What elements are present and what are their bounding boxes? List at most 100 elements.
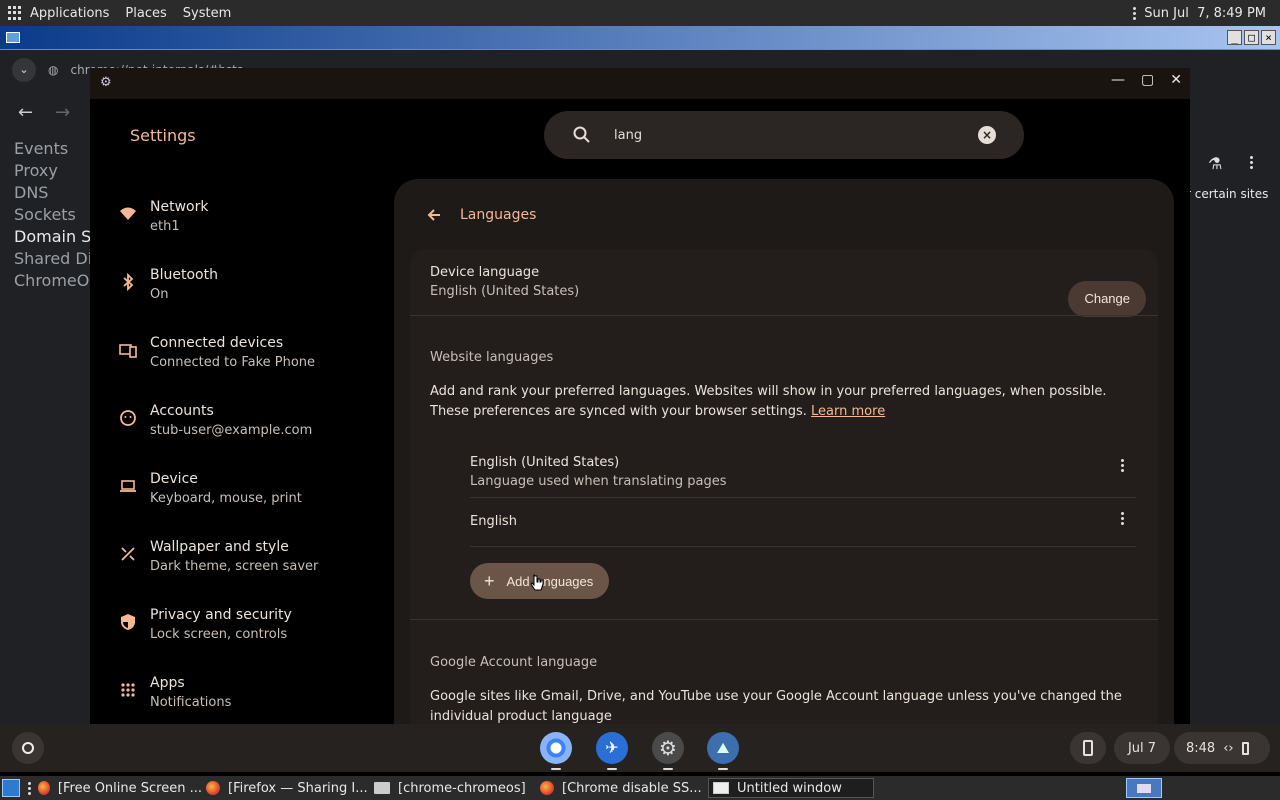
settings-window: ⚙ — ▢ ✕ Settings lang × Network eth1 Bluet… [90,68,1190,724]
shield-icon [118,612,138,632]
browser-menu-icon[interactable] [1250,156,1253,169]
firefox-icon [38,781,50,795]
google-account-language-title: Google Account language [430,655,598,670]
learn-more-link[interactable]: Learn more [811,404,885,419]
workspace-switcher[interactable] [1126,778,1162,798]
settings-titlebar: ⚙ — ▢ ✕ [90,68,1190,99]
taskbar-item-label: [Free Online Screen ... [57,780,202,796]
sidebar-item-device[interactable]: Device Keyboard, mouse, print [90,458,390,526]
sidebar-item-connected-devices[interactable]: Connected devices Connected to Fake Phone [90,322,390,390]
launcher-button[interactable] [12,732,44,764]
back-arrow-icon[interactable] [426,207,442,223]
sidebar-item-title: Accounts [150,403,214,419]
change-device-language-button[interactable]: Change [1068,281,1146,317]
settings-sidebar: Network eth1 Bluetooth On Connected devices C… [90,186,390,724]
taskbar-item-chrome-disable[interactable]: [Chrome disable SS... [540,778,704,798]
language-name: English (United States) [470,455,620,470]
net-internals-nav-item[interactable]: ChromeOS [14,270,101,292]
network-icon: ‹› [1223,740,1234,756]
hand-cursor-icon [530,574,544,591]
show-desktop-button[interactable] [2,779,20,797]
phone-hub-button[interactable] [1070,732,1106,764]
laptop-icon [118,476,138,496]
sidebar-item-title: Device [150,471,198,487]
sidebar-item-privacy-and-security[interactable]: Privacy and security Lock screen, control… [90,594,390,662]
phone-icon [1083,740,1093,756]
panel-clock[interactable]: Sun Jul 7, 8:49 PM [1144,6,1266,21]
phone-laptop-icon [118,340,138,360]
divider [470,497,1136,498]
battery-icon [1241,741,1249,755]
net-internals-nav-item[interactable]: Events [14,138,101,160]
system-menu[interactable]: System [175,0,239,26]
gallery-app-icon[interactable]: ⛰ [707,732,739,764]
settings-app-icon[interactable]: ⚙ [652,732,684,764]
apps-grid-icon [8,6,22,20]
sidebar-item-accounts[interactable]: Accounts stub-user@example.com [90,390,390,458]
close-button[interactable]: × [1261,30,1276,45]
net-internals-nav-item[interactable]: DNS [14,182,101,204]
language-name: English [470,514,517,529]
chrome-app-icon[interactable] [540,732,572,764]
firefox-icon [206,781,220,795]
website-languages-desc-text: Add and rank your preferred languages. W… [430,384,1107,419]
labs-flask-icon[interactable]: ⚗ [1208,154,1222,173]
launcher-circle-icon [22,742,34,754]
search-icon [573,126,590,143]
taskbar-item-chrome-chromeos[interactable]: [chrome-chromeos] [374,778,534,798]
language-options-icon[interactable] [1121,459,1124,472]
status-tray[interactable]: 8:48 ‹› [1174,732,1270,764]
sidebar-item-wallpaper-and-style[interactable]: Wallpaper and style Dark theme, screen sa… [90,526,390,594]
calendar-date-button[interactable]: Jul 7 [1114,732,1170,764]
forward-arrow-icon[interactable]: → [55,102,70,123]
minimize-button[interactable]: _ [1227,30,1242,45]
page-snippet-text: r certain sites [1186,187,1269,201]
settings-maximize-button[interactable]: ▢ [1141,72,1154,88]
sidebar-item-title: Privacy and security [150,607,292,623]
device-language-label: Device language [430,265,540,280]
languages-panel: Languages Device language English (Unite… [394,179,1174,724]
settings-minimize-button[interactable]: — [1111,72,1125,88]
taskbar-item-firefox-screen[interactable]: [Free Online Screen ... [38,778,202,798]
sidebar-item-subtitle: Dark theme, screen saver [150,559,319,574]
tab-search-dropdown[interactable]: ⌄ [12,58,36,82]
settings-close-button[interactable]: ✕ [1170,72,1182,88]
device-language-value: English (United States) [430,284,580,299]
sidebar-item-subtitle: Lock screen, controls [150,627,288,642]
sidebar-item-bluetooth[interactable]: Bluetooth On [90,254,390,322]
host-window-titlebar: _ □ × [0,26,1280,50]
clear-search-icon[interactable]: × [978,126,996,144]
places-menu[interactable]: Places [117,0,174,26]
sidebar-item-subtitle: Keyboard, mouse, print [150,491,302,506]
sidebar-item-title: Bluetooth [150,267,218,283]
rocket-app-icon[interactable]: ✈ [596,732,628,764]
sidebar-item-network[interactable]: Network eth1 [90,186,390,254]
device-language-row: Device language English (United States) … [430,265,1146,317]
language-item: English (United States) Language used wh… [470,455,1136,489]
sidebar-item-title: Apps [150,675,185,691]
net-internals-nav-item[interactable]: Sockets [14,204,101,226]
host-taskbar: [Free Online Screen ... [Firefox — Shari… [0,776,1280,800]
net-internals-nav-item[interactable]: Shared Dic [14,248,101,270]
app-running-indicator [551,768,561,770]
applications-menu[interactable]: Applications [0,0,117,26]
net-internals-nav-item[interactable]: Domain Se [14,226,101,248]
taskbar-item-label: [chrome-chromeos] [398,780,526,796]
search-input[interactable]: lang [614,128,642,143]
app-running-indicator [718,768,728,770]
divider [470,546,1136,547]
maximize-button[interactable]: □ [1244,30,1259,45]
sidebar-item-apps[interactable]: Apps Notifications [90,662,390,724]
chromeos-shelf: ✈ ⚙ ⛰ Jul 7 8:48 ‹› [0,724,1280,772]
website-languages-title: Website languages [430,350,554,365]
more-vert-icon[interactable] [1133,6,1137,20]
settings-search-box[interactable]: lang × [544,111,1024,159]
net-internals-nav: Events Proxy DNS Sockets Domain Se Shared Dic… [14,138,101,292]
back-arrow-icon[interactable]: ← [18,102,33,123]
taskbar-item-untitled-window[interactable]: Untitled window [708,778,874,798]
net-internals-nav-item[interactable]: Proxy [14,160,101,182]
settings-title: Settings [130,126,196,145]
taskbar-item-firefox-sharing[interactable]: [Firefox — Sharing I... [206,778,370,798]
window-icon [713,782,729,794]
language-options-icon[interactable] [1121,512,1124,525]
